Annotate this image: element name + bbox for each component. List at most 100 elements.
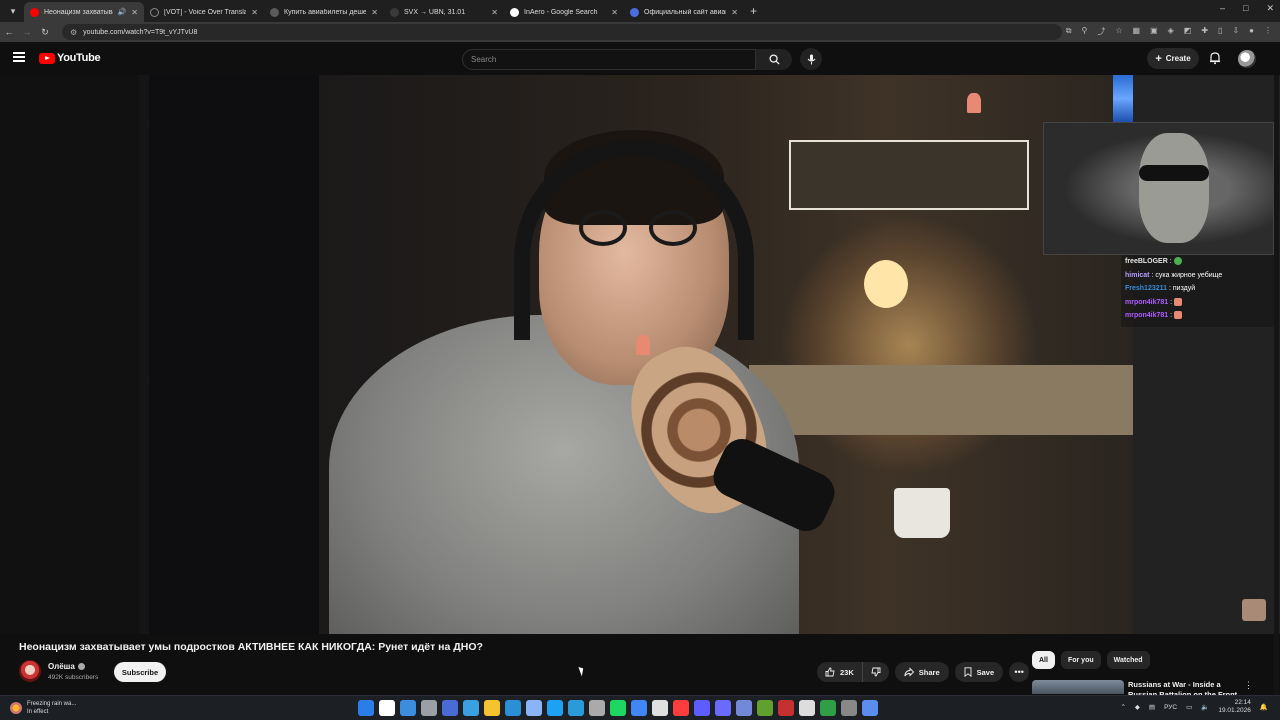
save-button[interactable]: Save xyxy=(954,662,1004,682)
windows-start-icon[interactable] xyxy=(358,700,374,716)
notification-center-icon[interactable]: 🔔 xyxy=(1260,703,1268,711)
mail-icon[interactable] xyxy=(463,700,479,716)
spotify-icon[interactable] xyxy=(610,700,626,716)
extension-icon[interactable]: ▦ xyxy=(1133,26,1141,37)
store-icon[interactable] xyxy=(505,700,521,716)
chip-for-you[interactable]: For you xyxy=(1060,651,1101,669)
app-icon[interactable] xyxy=(799,700,815,716)
like-button[interactable]: 23K xyxy=(817,662,863,682)
close-tab-icon[interactable]: ✕ xyxy=(611,8,618,17)
channel-name-row[interactable]: Олёша xyxy=(48,662,85,671)
search-icon[interactable] xyxy=(379,700,395,716)
chip-watched[interactable]: Watched xyxy=(1106,651,1150,669)
app-icon[interactable] xyxy=(841,700,857,716)
page-scrollbar[interactable] xyxy=(1274,75,1279,695)
volume-icon[interactable]: 🔈 xyxy=(1201,703,1209,711)
forward-arrow-icon[interactable]: → xyxy=(18,27,36,37)
close-tab-icon[interactable]: ✕ xyxy=(131,8,138,17)
voice-search-button[interactable] xyxy=(800,48,822,70)
share-arrow-icon xyxy=(904,667,914,677)
close-window-button[interactable]: ✕ xyxy=(1266,3,1274,14)
extension-icon[interactable]: ▣ xyxy=(1150,26,1158,37)
search-button[interactable] xyxy=(756,49,792,70)
channel-avatar[interactable] xyxy=(19,660,41,682)
browser-tab-flight[interactable]: SVX → UBN, 31.01 ✕ xyxy=(384,2,504,22)
video-player[interactable]: freeBLOGER : himicat : сука жирное уебищ… xyxy=(0,75,1280,634)
profile-avatar-icon[interactable]: ● xyxy=(1249,26,1254,37)
app-icon[interactable] xyxy=(862,700,878,716)
url-field[interactable]: ⚙ youtube.com/watch?v=T9t_vYJTvU8 xyxy=(62,24,1062,40)
app-icon[interactable] xyxy=(715,700,731,716)
weather-subtitle: In effect xyxy=(27,709,49,715)
tray-app-icon[interactable]: ▤ xyxy=(1149,703,1155,711)
share-button[interactable]: Share xyxy=(894,662,949,682)
app-icon[interactable] xyxy=(652,700,668,716)
zoom-icon[interactable]: ⚲ xyxy=(1081,26,1087,37)
network-icon[interactable]: ▭ xyxy=(1186,703,1192,711)
browser-menu-icon[interactable]: ⋮ xyxy=(1264,26,1272,37)
app-icon[interactable] xyxy=(694,700,710,716)
search-input[interactable]: Search xyxy=(462,49,756,70)
app-icon[interactable] xyxy=(673,700,689,716)
recommendation-thumbnail[interactable] xyxy=(1032,680,1124,694)
extension-icon[interactable]: ◩ xyxy=(1184,26,1192,37)
browser-tab-vot[interactable]: [VOT] - Voice Over Translation ✕ xyxy=(144,2,264,22)
extension-icon[interactable]: ◈ xyxy=(1168,26,1174,37)
settings-icon[interactable] xyxy=(421,700,437,716)
minimize-button[interactable]: – xyxy=(1220,3,1225,14)
tray-overflow-icon[interactable]: ⌃ xyxy=(1120,703,1125,711)
weather-widget[interactable]: Freezing rain wa... In effect xyxy=(10,700,76,716)
chat-line: Fresh123211 : пиздуй xyxy=(1125,282,1276,296)
file-explorer-icon[interactable] xyxy=(484,700,500,716)
chip-all[interactable]: All xyxy=(1032,651,1055,669)
calculator-icon[interactable] xyxy=(526,700,542,716)
back-arrow-icon[interactable]: ← xyxy=(0,27,18,37)
speaker-icon[interactable]: 🔊 xyxy=(118,8,127,16)
app-icon[interactable] xyxy=(778,700,794,716)
maximize-button[interactable]: □ xyxy=(1243,3,1248,14)
language-indicator[interactable]: РУС xyxy=(1164,704,1177,711)
recommendation-menu-icon[interactable]: ⋮ xyxy=(1244,680,1253,691)
recommendation-title[interactable]: Russians at War - Inside a Russian Batta… xyxy=(1128,680,1238,695)
chatgpt-icon[interactable] xyxy=(589,700,605,716)
chrome-icon[interactable] xyxy=(631,700,647,716)
browser-tab-tickets[interactable]: Купить авиабилеты дешево с ✕ xyxy=(264,2,384,22)
hamburger-menu-icon[interactable] xyxy=(13,52,25,62)
extensions-puzzle-icon[interactable]: ✚ xyxy=(1201,26,1208,37)
account-avatar[interactable] xyxy=(1238,50,1256,68)
tray-app-icon[interactable]: ◆ xyxy=(1135,703,1140,711)
close-tab-icon[interactable]: ✕ xyxy=(371,8,378,17)
subscribe-button[interactable]: Subscribe xyxy=(114,662,166,682)
steam-icon[interactable] xyxy=(568,700,584,716)
new-tab-button[interactable]: + xyxy=(750,4,757,18)
sidebar-icon[interactable]: ▯ xyxy=(1218,26,1222,37)
minecraft-icon[interactable] xyxy=(757,700,773,716)
close-tab-icon[interactable]: ✕ xyxy=(491,8,498,17)
tab-search-chevron-icon[interactable]: ▾ xyxy=(4,2,22,20)
browser-tab-google[interactable]: InAero - Google Search ✕ xyxy=(504,2,624,22)
install-icon[interactable]: ⧉ xyxy=(1066,26,1072,37)
notifications-bell-icon[interactable] xyxy=(1208,51,1222,65)
share-page-icon[interactable]: ⤴ xyxy=(1097,26,1105,37)
youtube-logo[interactable]: YouTube xyxy=(39,52,101,64)
discord-icon[interactable] xyxy=(736,700,752,716)
bookmark-star-icon[interactable]: ☆ xyxy=(1115,26,1122,37)
browser-tab-youtube[interactable]: Неонацизм захватывает у 🔊 ✕ xyxy=(24,2,144,22)
corner-overlay-image xyxy=(1242,599,1266,621)
create-button[interactable]: + Create xyxy=(1147,48,1199,69)
photos-icon[interactable] xyxy=(400,700,416,716)
telegram-icon[interactable] xyxy=(547,700,563,716)
dislike-button[interactable] xyxy=(863,662,889,682)
app-icon[interactable] xyxy=(820,700,836,716)
close-tab-icon[interactable]: ✕ xyxy=(251,8,258,17)
channel-name[interactable]: Олёша xyxy=(48,662,75,671)
clock[interactable]: 22:14 19.01.2026 xyxy=(1218,699,1251,715)
chat-message: : xyxy=(1170,298,1173,306)
close-tab-icon[interactable]: ✕ xyxy=(731,8,738,17)
more-actions-button[interactable]: ••• xyxy=(1009,662,1030,682)
site-info-icon[interactable]: ⚙ xyxy=(70,28,77,37)
browser-tab-airline[interactable]: Официальный сайт авиакомп ✕ xyxy=(624,2,744,22)
terminal-icon[interactable] xyxy=(442,700,458,716)
download-icon[interactable]: ⇩ xyxy=(1232,26,1239,37)
reload-icon[interactable]: ↻ xyxy=(36,27,54,38)
